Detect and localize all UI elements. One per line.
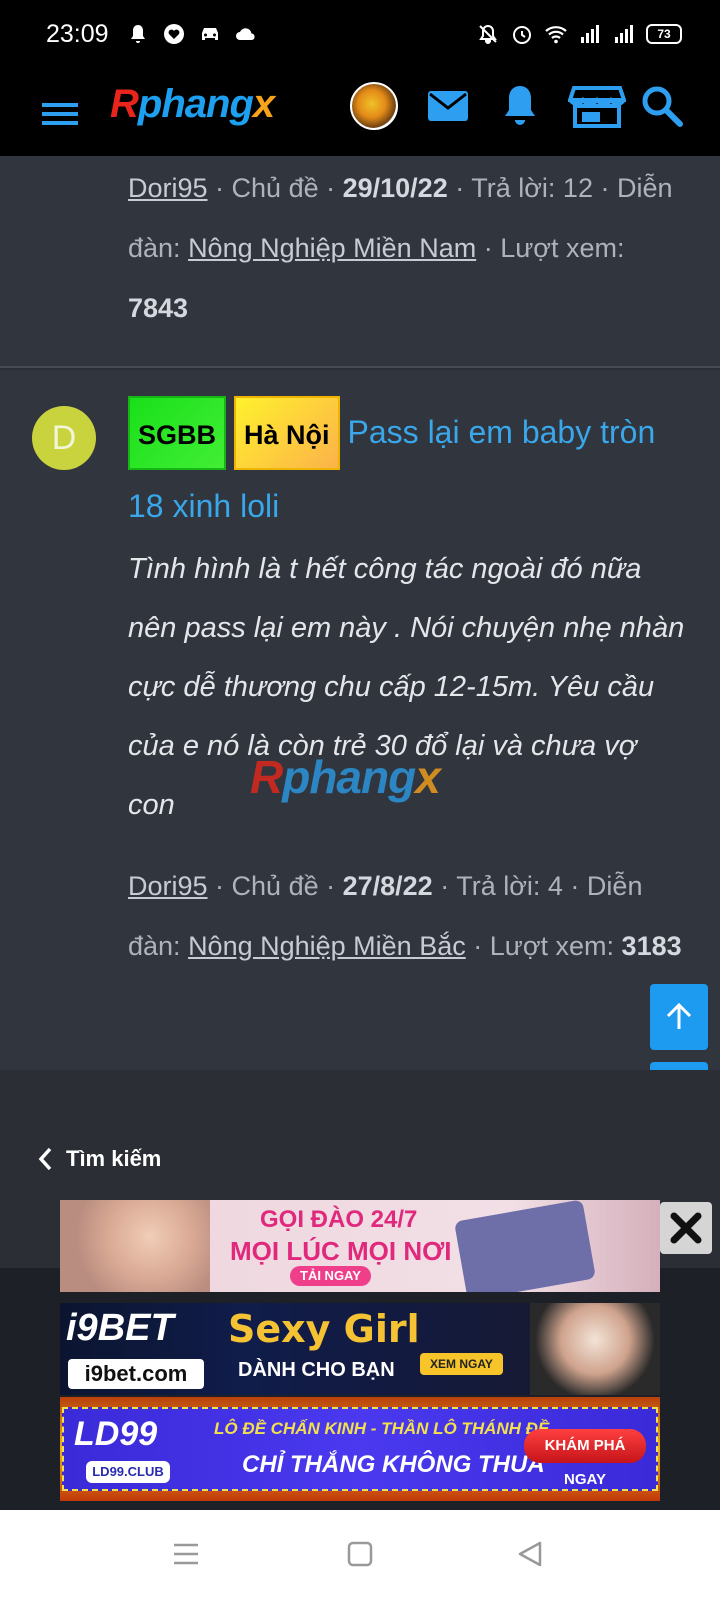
ad-download-button[interactable]: TẢI NGAY	[290, 1266, 371, 1286]
prefix-tag-hanoi[interactable]: Hà Nội	[234, 396, 340, 470]
mail-icon[interactable]	[424, 82, 472, 130]
ad-banner-1[interactable]: GỌI ĐÀO 24/7 MỌI LÚC MỌI NƠI TẢI NGAY	[60, 1200, 660, 1292]
recent-apps-icon[interactable]	[172, 1540, 200, 1568]
user-avatar[interactable]	[350, 82, 398, 130]
bell-muted-icon	[479, 24, 497, 44]
author-link[interactable]: Dori95	[128, 173, 208, 203]
store-icon[interactable]	[568, 82, 626, 130]
ad-banner-3[interactable]: LD99 LD99.CLUB LÔ ĐỀ CHẤN KINH - THẦN LÔ…	[60, 1397, 660, 1501]
home-icon[interactable]	[346, 1540, 374, 1568]
signal-icon-2	[615, 25, 633, 43]
ad-image	[60, 1200, 210, 1292]
car-icon	[202, 28, 218, 40]
status-right-icons: 73	[476, 22, 682, 46]
search-icon[interactable]	[638, 82, 686, 130]
ad-image	[530, 1303, 660, 1395]
post-meta: Dori95 · Chủ đề · 27/8/22 · Trả lời: 4 ·…	[128, 871, 682, 961]
hamburger-menu-icon[interactable]	[40, 94, 80, 134]
top-navigation: Rphangx	[0, 72, 720, 156]
close-ads-button[interactable]	[660, 1202, 712, 1254]
back-to-search-link[interactable]: Tìm kiếm	[36, 1146, 161, 1172]
author-avatar[interactable]: D	[32, 406, 96, 470]
author-link[interactable]: Dori95	[128, 871, 208, 901]
search-result-previous: Dori95 · Chủ đề · 29/10/22 · Trả lời: 12…	[0, 156, 720, 368]
search-result-item: D SGBB Hà Nội Pass lại em baby tròn 18 xin…	[0, 370, 720, 1070]
ad-banner-2[interactable]: i9BET i9bet.com Sexy Girl DÀNH CHO BẠN X…	[60, 1303, 660, 1395]
heart-icon	[164, 24, 184, 44]
system-navigation-bar	[0, 1510, 720, 1600]
forum-link[interactable]: Nông Nghiệp Miền Bắc	[188, 931, 466, 961]
post-meta: Dori95 · Chủ đề · 29/10/22 · Trả lời: 12…	[128, 173, 673, 323]
notification-bell-icon[interactable]	[496, 82, 544, 130]
status-bar: 23:09 73	[0, 0, 720, 72]
prefix-tag-sgbb[interactable]: SGBB	[128, 396, 227, 470]
ad-brand-logo: i9BET	[66, 1307, 174, 1349]
ad-phones-image	[454, 1200, 596, 1292]
status-left-icons	[126, 22, 258, 46]
arrow-up-icon	[666, 1002, 692, 1029]
forum-link[interactable]: Nông Nghiệp Miền Nam	[188, 233, 476, 263]
post-title-row: SGBB Hà Nội Pass lại em baby tròn 18 xinh …	[128, 396, 688, 542]
views-count: 3183	[621, 931, 682, 961]
wifi-icon	[545, 26, 567, 44]
post-date: 27/8/22	[342, 871, 433, 901]
battery-indicator: 73	[646, 24, 682, 44]
scroll-up-button[interactable]	[650, 984, 708, 1050]
bell-icon	[131, 25, 145, 43]
ad-watch-button[interactable]: XEM NGAY	[420, 1353, 503, 1375]
signal-icon-1	[581, 25, 599, 43]
back-icon[interactable]	[516, 1540, 544, 1568]
ad-brand-logo: LD99	[74, 1415, 158, 1453]
status-time: 23:09	[46, 20, 109, 48]
ad-explore-button[interactable]: KHÁM PHÁ NGAY	[524, 1429, 646, 1488]
views-count: 7843	[128, 293, 189, 323]
watermark-logo: Rphangx	[250, 751, 441, 803]
close-icon	[670, 1212, 702, 1244]
cloud-icon	[236, 28, 255, 40]
post-date: 29/10/22	[342, 173, 448, 203]
alarm-icon	[513, 26, 531, 44]
site-logo[interactable]: Rphangx	[110, 82, 275, 127]
chevron-left-icon	[38, 1147, 52, 1171]
